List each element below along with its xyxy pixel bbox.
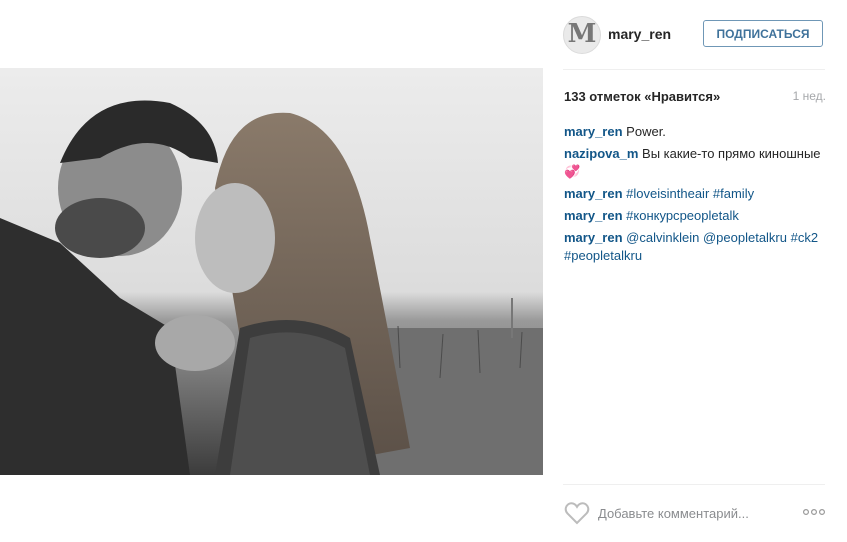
comments-list: mary_ren Power. nazipova_m Вы какие-то пр… bbox=[564, 123, 826, 269]
likes-count[interactable]: 133 отметок «Нравится» bbox=[564, 89, 720, 104]
avatar[interactable]: M bbox=[563, 16, 601, 54]
post-photo[interactable] bbox=[0, 68, 543, 475]
comment-username[interactable]: mary_ren bbox=[564, 124, 623, 139]
comment-hashtag-link[interactable]: #ck2 bbox=[791, 230, 818, 245]
comment-username[interactable]: mary_ren bbox=[564, 208, 623, 223]
post-header: M mary_ren ПОДПИСАТЬСЯ bbox=[563, 16, 828, 54]
header-divider bbox=[563, 69, 825, 70]
comment-hashtag-link[interactable]: @calvinklein bbox=[626, 230, 699, 245]
comment-hashtag-link[interactable]: #family bbox=[713, 186, 754, 201]
comment-item: nazipova_m Вы какие-то прямо киношные💞 bbox=[564, 145, 826, 181]
comment-text: Power. bbox=[626, 124, 666, 139]
comment-item: mary_ren Power. bbox=[564, 123, 826, 141]
comment-username[interactable]: mary_ren bbox=[564, 230, 623, 245]
header-username[interactable]: mary_ren bbox=[608, 26, 671, 42]
comment-item: mary_ren #loveisintheair #family bbox=[564, 185, 826, 203]
comment-hashtag-link[interactable]: peopletalk bbox=[680, 208, 739, 223]
comment-bar bbox=[564, 495, 826, 535]
comment-hashtag-link[interactable]: #конкурс bbox=[626, 208, 679, 223]
comment-input[interactable] bbox=[598, 503, 788, 523]
post-sidebar: M mary_ren ПОДПИСАТЬСЯ 133 отметок «Нрав… bbox=[543, 0, 847, 542]
comment-hashtag-link[interactable]: #loveisintheair bbox=[626, 186, 709, 201]
comment-username[interactable]: mary_ren bbox=[564, 186, 623, 201]
post-photo-graphic bbox=[0, 68, 543, 475]
heart-icon[interactable] bbox=[564, 501, 590, 525]
post-time[interactable]: 1 нед. bbox=[793, 89, 826, 103]
comment-item: mary_ren #конкурсpeopletalk bbox=[564, 207, 826, 225]
comment-hashtag-link[interactable]: #peopletalkru bbox=[564, 248, 642, 263]
likes-row: 133 отметок «Нравится» 1 нед. bbox=[564, 89, 826, 107]
comment-item: mary_ren @calvinklein @peopletalkru #ck2… bbox=[564, 229, 826, 265]
follow-button[interactable]: ПОДПИСАТЬСЯ bbox=[703, 20, 823, 47]
comment-hashtag-link[interactable]: @peopletalkru bbox=[703, 230, 787, 245]
more-options-icon[interactable] bbox=[802, 507, 826, 517]
comment-username[interactable]: nazipova_m bbox=[564, 146, 638, 161]
avatar-letter: M bbox=[567, 19, 597, 49]
footer-divider bbox=[563, 484, 825, 485]
